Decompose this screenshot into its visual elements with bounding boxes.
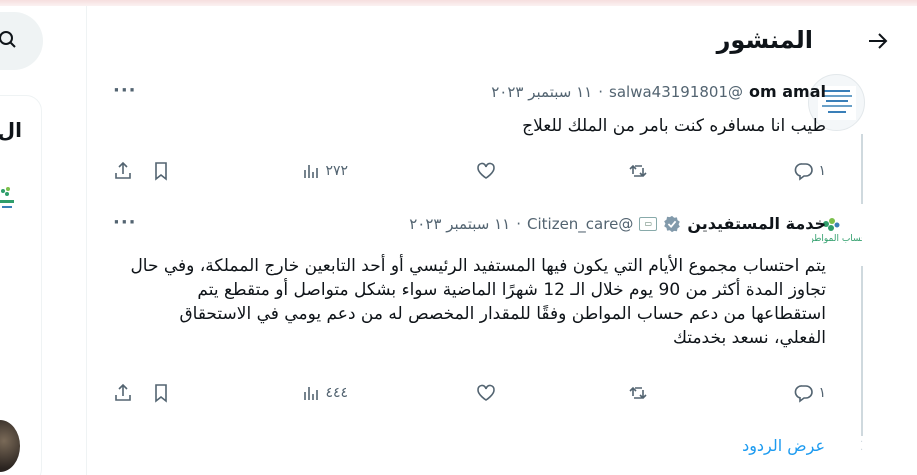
more-options-button[interactable]: ··· bbox=[113, 212, 137, 233]
reply-icon bbox=[795, 163, 814, 181]
like-button[interactable] bbox=[476, 161, 500, 181]
heart-icon bbox=[477, 384, 495, 401]
tweet-date[interactable]: ١١ سبتمبر ٢٠٢٣ bbox=[409, 215, 510, 233]
thread-dots: · · · bbox=[860, 429, 864, 456]
bookmark-button[interactable] bbox=[151, 383, 171, 403]
author-handle[interactable]: @salwa43191801 bbox=[609, 83, 743, 101]
retweet-button[interactable] bbox=[628, 383, 652, 403]
author-handle[interactable]: @Citizen_care bbox=[527, 215, 633, 233]
thread-connector-line bbox=[861, 266, 863, 436]
more-options-button[interactable]: ··· bbox=[113, 80, 137, 101]
retweet-icon bbox=[629, 386, 647, 400]
tweet-meta: خدمة المستفيدين ▭ @Citizen_care · ١١ سبت… bbox=[409, 214, 826, 233]
retweet-icon bbox=[629, 164, 647, 178]
tweet-actions: ١ ٤٤٤ bbox=[113, 381, 826, 405]
tweet-text: يتم احتساب مجموع الأيام التي يكون فيها ا… bbox=[130, 256, 826, 348]
bookmark-icon bbox=[155, 162, 167, 181]
government-affiliation-badge-icon[interactable]: ▭ bbox=[639, 216, 658, 231]
share-icon bbox=[115, 383, 131, 401]
separator-dot: · bbox=[516, 214, 521, 233]
bookmark-button[interactable] bbox=[151, 161, 171, 181]
bookmark-icon bbox=[155, 384, 167, 403]
reply-count: ١ bbox=[818, 385, 826, 401]
views-chart-icon bbox=[304, 165, 319, 178]
views-count: ٤٤٤ bbox=[325, 385, 348, 401]
reply-button[interactable]: ١ bbox=[794, 161, 826, 181]
show-replies-link[interactable]: عرض الردود bbox=[742, 436, 825, 455]
author-name[interactable]: om amal bbox=[749, 82, 826, 101]
reply-icon bbox=[795, 385, 814, 403]
heart-icon bbox=[477, 162, 495, 179]
right-sidebar-fragment: ال bbox=[0, 0, 86, 475]
views-count: ٢٧٢ bbox=[325, 163, 348, 179]
views-button[interactable]: ٤٤٤ bbox=[301, 383, 348, 403]
main-column: المنشور om amal @salwa43191801 · ١١ سبتم… bbox=[86, 6, 917, 475]
side-card-title: ال bbox=[0, 118, 22, 142]
reply-count: ١ bbox=[818, 163, 826, 179]
side-card bbox=[0, 95, 42, 475]
views-button[interactable]: ٢٧٢ bbox=[301, 161, 348, 181]
back-button[interactable] bbox=[865, 28, 891, 54]
retweet-button[interactable] bbox=[628, 161, 652, 181]
share-icon bbox=[115, 161, 131, 179]
tweet-meta: om amal @salwa43191801 · ١١ سبتمبر ٢٠٢٣ bbox=[491, 82, 826, 101]
tweet-text: طيب انا مسافره كنت بامر من الملك للعلاج bbox=[522, 116, 826, 136]
views-chart-icon bbox=[304, 387, 319, 400]
share-button[interactable] bbox=[113, 383, 133, 403]
citizen-account-logo-icon bbox=[0, 187, 14, 208]
thread-connector-line bbox=[861, 134, 863, 204]
page-title: المنشور bbox=[716, 26, 813, 54]
tweet-date[interactable]: ١١ سبتمبر ٢٠٢٣ bbox=[491, 83, 592, 101]
reply-button[interactable]: ١ bbox=[794, 383, 826, 403]
author-name[interactable]: خدمة المستفيدين bbox=[687, 214, 826, 233]
tweet-actions: ١ ٢٧٢ bbox=[113, 159, 826, 183]
arrow-right-icon bbox=[869, 33, 888, 49]
separator-dot: · bbox=[598, 82, 604, 101]
share-button[interactable] bbox=[113, 161, 133, 181]
tweet-parent[interactable]: om amal @salwa43191801 · ١١ سبتمبر ٢٠٢٣ … bbox=[87, 74, 917, 204]
page-header: المنشور bbox=[86, 6, 917, 74]
like-button[interactable] bbox=[476, 383, 500, 403]
svg-text:حساب المواطن: حساب المواطن bbox=[812, 234, 862, 244]
search-icon[interactable] bbox=[0, 30, 20, 50]
verified-badge-icon[interactable] bbox=[663, 215, 681, 233]
tweet-reply[interactable]: حساب المواطن خدمة المستفيدين ▭ @Citizen_… bbox=[87, 206, 917, 436]
